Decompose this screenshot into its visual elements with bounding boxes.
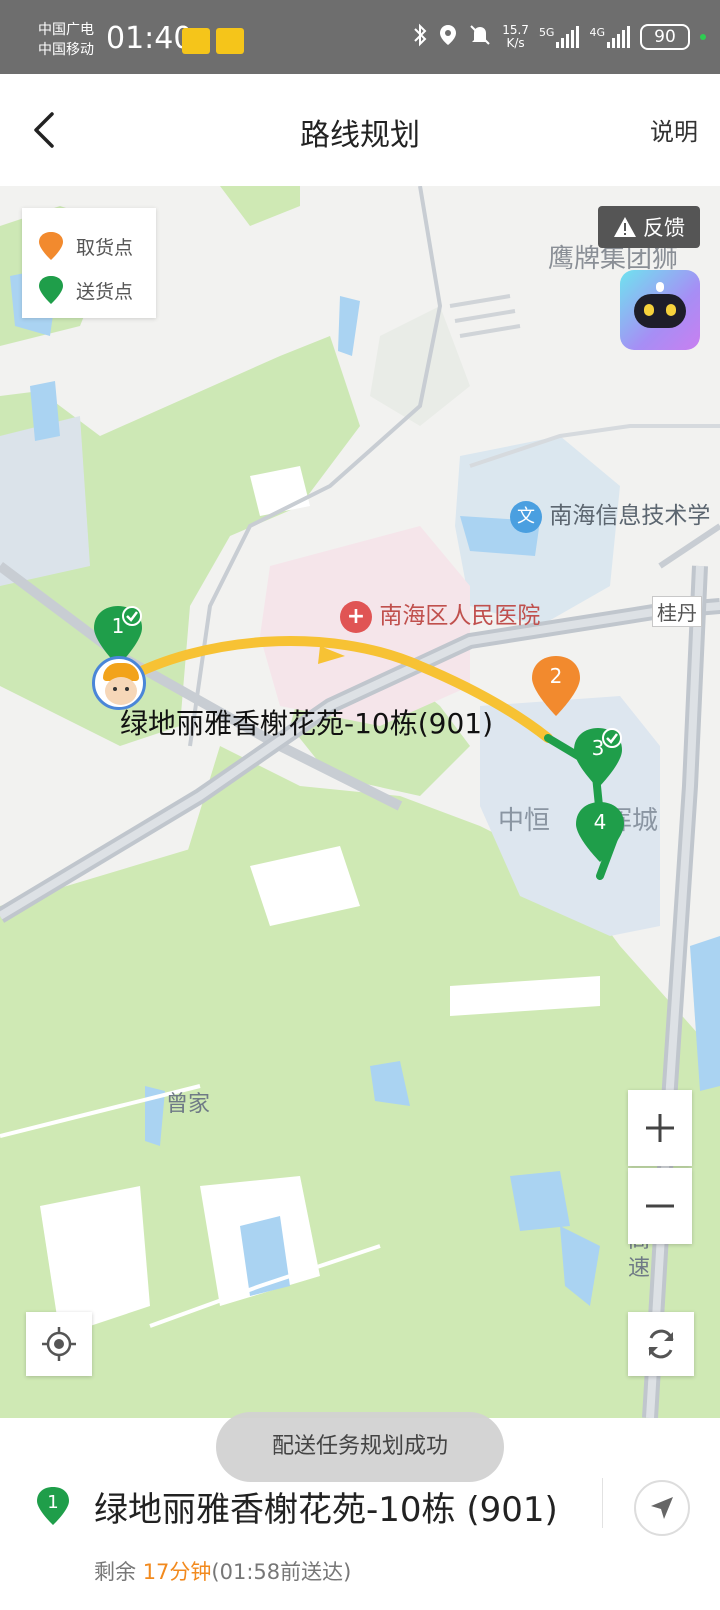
- signal-4g-icon: 4G: [589, 26, 630, 48]
- clock: 01:40: [106, 21, 193, 56]
- delivery-marker-3[interactable]: 3: [572, 726, 624, 790]
- signal-5g-icon: 5G: [539, 26, 580, 48]
- success-toast: 配送任务规划成功: [216, 1412, 504, 1482]
- app-notification-icon: [182, 28, 210, 54]
- top-nav: 路线规划 说明: [0, 74, 720, 186]
- network-speed: 15.7 K/s: [502, 23, 529, 50]
- mute-icon: [468, 23, 492, 51]
- zoom-in-button[interactable]: [628, 1090, 692, 1166]
- refresh-icon: [648, 1329, 674, 1359]
- navigation-arrow-icon: [651, 1497, 673, 1519]
- carrier-2: 中国移动: [38, 42, 94, 58]
- legend-delivery: 送货点: [38, 268, 156, 312]
- delivery-pin-icon: 1: [36, 1486, 70, 1526]
- delivery-address: 绿地丽雅香榭花苑-10栋 (901): [94, 1490, 558, 1530]
- crosshair-icon: [42, 1327, 76, 1361]
- bluetooth-icon: [412, 23, 428, 51]
- map-legend: 取货点 送货点: [22, 208, 156, 318]
- location-icon: [438, 23, 458, 51]
- assistant-robot-icon[interactable]: [620, 270, 700, 350]
- battery-indicator: 90: [640, 24, 690, 50]
- route-address-label: 绿地丽雅香榭花苑-10栋(901): [120, 707, 494, 740]
- explain-button[interactable]: 说明: [650, 112, 698, 147]
- feedback-button[interactable]: 反馈: [598, 206, 700, 248]
- locate-me-button[interactable]: [26, 1312, 92, 1376]
- pickup-pin-icon: [39, 232, 63, 260]
- divider: [602, 1478, 603, 1528]
- zoom-out-button[interactable]: [628, 1168, 692, 1244]
- status-bar: 中国广电 中国移动 01:40 15.7 K/s 5G 4G 90: [0, 0, 720, 74]
- minus-icon: [646, 1204, 674, 1208]
- pickup-marker-2[interactable]: 2: [530, 654, 582, 718]
- carrier-info: 中国广电 中国移动: [38, 20, 94, 60]
- remaining-time: 剩余 17分钟(01:58前送达): [94, 1560, 352, 1584]
- navigate-button[interactable]: [634, 1480, 690, 1536]
- carrier-1: 中国广电: [38, 22, 94, 38]
- delivery-pin-icon: [39, 276, 63, 304]
- warning-icon: [614, 217, 636, 237]
- app-notification-icon: [216, 28, 244, 54]
- plus-icon: [646, 1114, 674, 1142]
- status-icons: 15.7 K/s 5G 4G 90: [412, 22, 706, 52]
- page-title: 路线规划: [300, 118, 420, 153]
- charging-dot: [700, 34, 706, 40]
- legend-pickup: 取货点: [38, 224, 156, 268]
- route-map[interactable]: 鹰牌集团狮 文 南海信息技术学 + 南海区人民医院 桂丹 中恒 晖城 曾家 高 …: [0, 186, 720, 1418]
- refresh-button[interactable]: [628, 1312, 694, 1376]
- delivery-marker-4[interactable]: 4: [574, 800, 626, 864]
